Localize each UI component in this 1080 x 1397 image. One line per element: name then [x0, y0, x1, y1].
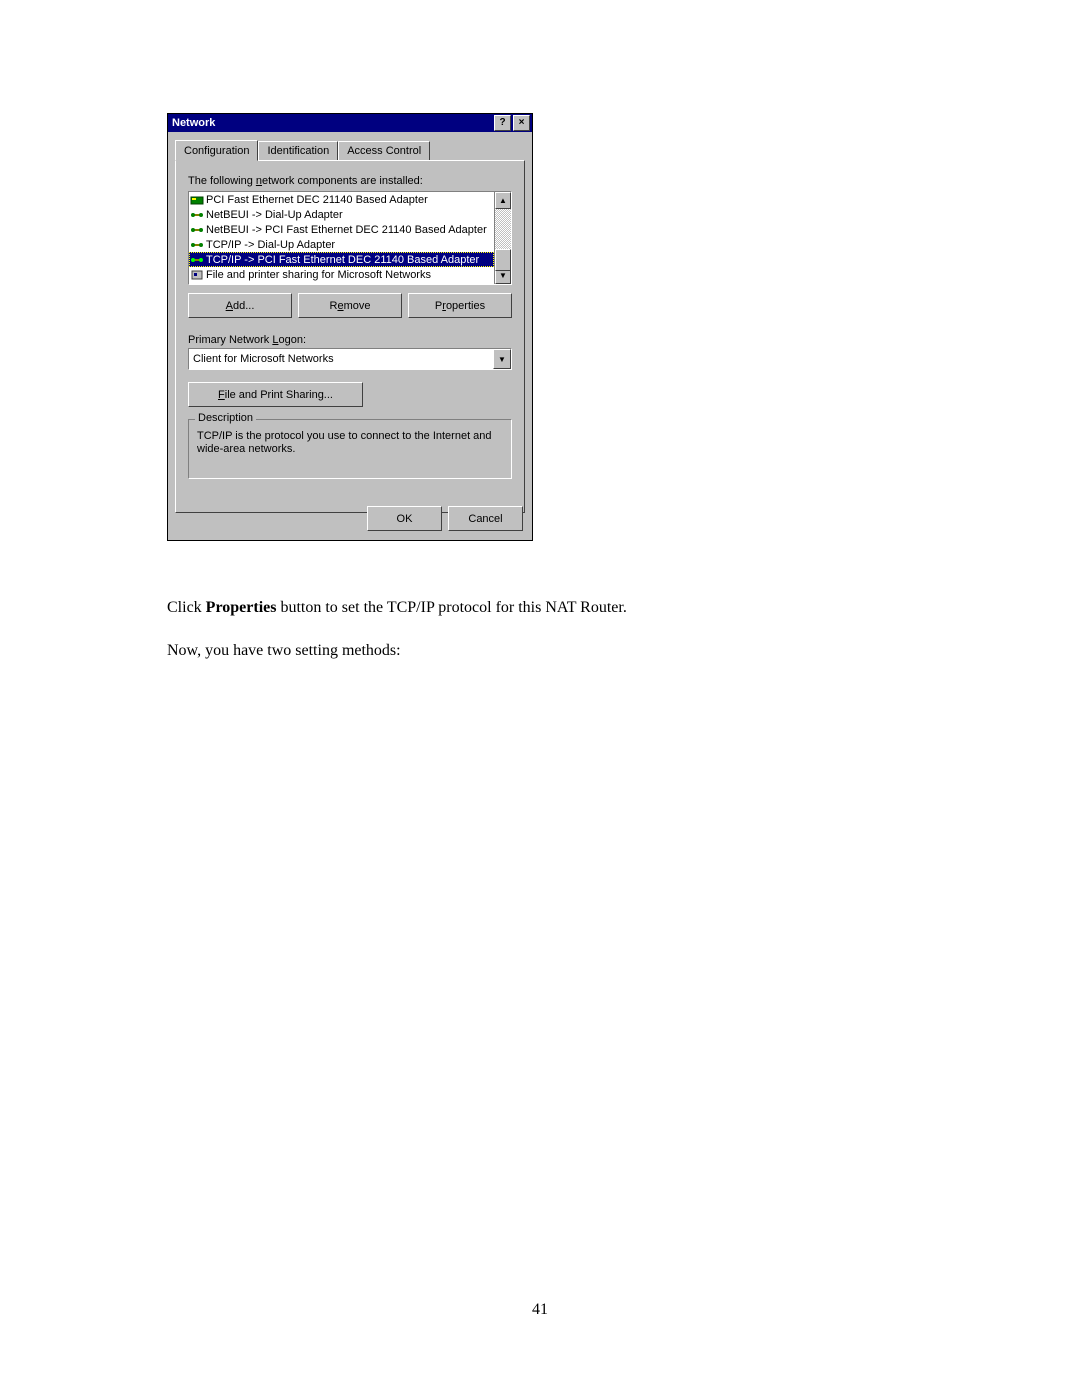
- tab-configuration[interactable]: Configuration: [175, 140, 258, 161]
- description-title: Description: [195, 412, 256, 424]
- service-icon: [190, 268, 204, 282]
- scrollbar[interactable]: ▲ ▼: [494, 192, 511, 284]
- list-item-label: NetBEUI -> Dial-Up Adapter: [206, 209, 343, 221]
- tab-identification[interactable]: Identification: [258, 141, 338, 160]
- help-button[interactable]: ?: [494, 115, 511, 131]
- titlebar[interactable]: Network ? ×: [168, 114, 532, 132]
- list-item-label: PCI Fast Ethernet DEC 21140 Based Adapte…: [206, 194, 428, 206]
- list-item[interactable]: NetBEUI -> Dial-Up Adapter: [189, 207, 494, 222]
- tab-strip: Configuration Identification Access Cont…: [175, 140, 525, 160]
- scroll-track[interactable]: [495, 209, 511, 267]
- tab-panel-configuration: The following network components are ins…: [175, 160, 525, 513]
- close-button[interactable]: ×: [513, 115, 530, 131]
- description-groupbox: Description TCP/IP is the protocol you u…: [188, 419, 512, 479]
- body-paragraph-2: Now, you have two setting methods:: [167, 641, 917, 661]
- list-item[interactable]: NetBEUI -> PCI Fast Ethernet DEC 21140 B…: [189, 222, 494, 237]
- list-item[interactable]: TCP/IP -> Dial-Up Adapter: [189, 237, 494, 252]
- list-item[interactable]: PCI Fast Ethernet DEC 21140 Based Adapte…: [189, 192, 494, 207]
- page-number: 41: [0, 1301, 1080, 1319]
- list-item[interactable]: File and printer sharing for Microsoft N…: [189, 267, 494, 282]
- tab-access-control[interactable]: Access Control: [338, 141, 430, 160]
- description-text: TCP/IP is the protocol you use to connec…: [197, 430, 503, 456]
- network-dialog: Network ? × Configuration Identification…: [167, 113, 533, 541]
- primary-logon-value: Client for Microsoft Networks: [189, 353, 493, 365]
- list-item-selected[interactable]: TCP/IP -> PCI Fast Ethernet DEC 21140 Ba…: [189, 252, 494, 267]
- file-print-sharing-button[interactable]: File and Print Sharing...: [188, 382, 363, 407]
- primary-logon-label: Primary Network Logon:: [188, 334, 512, 346]
- window-title: Network: [172, 117, 492, 129]
- components-listbox[interactable]: PCI Fast Ethernet DEC 21140 Based Adapte…: [188, 191, 512, 285]
- list-item-label: TCP/IP -> PCI Fast Ethernet DEC 21140 Ba…: [206, 254, 479, 266]
- scroll-up-button[interactable]: ▲: [495, 192, 511, 209]
- properties-button[interactable]: Properties: [408, 293, 512, 318]
- body-paragraph-1: Click Properties button to set the TCP/I…: [167, 598, 917, 618]
- list-item-label: TCP/IP -> Dial-Up Adapter: [206, 239, 335, 251]
- adapter-icon: [190, 193, 204, 207]
- protocol-icon: [190, 208, 204, 222]
- ok-button[interactable]: OK: [367, 506, 442, 531]
- chevron-down-icon[interactable]: ▼: [493, 349, 511, 369]
- add-button[interactable]: Add...: [188, 293, 292, 318]
- protocol-icon: [190, 223, 204, 237]
- list-item-label: File and printer sharing for Microsoft N…: [206, 269, 431, 281]
- cancel-button[interactable]: Cancel: [448, 506, 523, 531]
- components-label: The following network components are ins…: [188, 175, 512, 187]
- primary-logon-combo[interactable]: Client for Microsoft Networks ▼: [188, 348, 512, 370]
- list-item-label: NetBEUI -> PCI Fast Ethernet DEC 21140 B…: [206, 224, 487, 236]
- protocol-icon: [190, 238, 204, 252]
- scroll-thumb[interactable]: [495, 249, 511, 271]
- remove-button[interactable]: Remove: [298, 293, 402, 318]
- protocol-icon: [190, 253, 204, 267]
